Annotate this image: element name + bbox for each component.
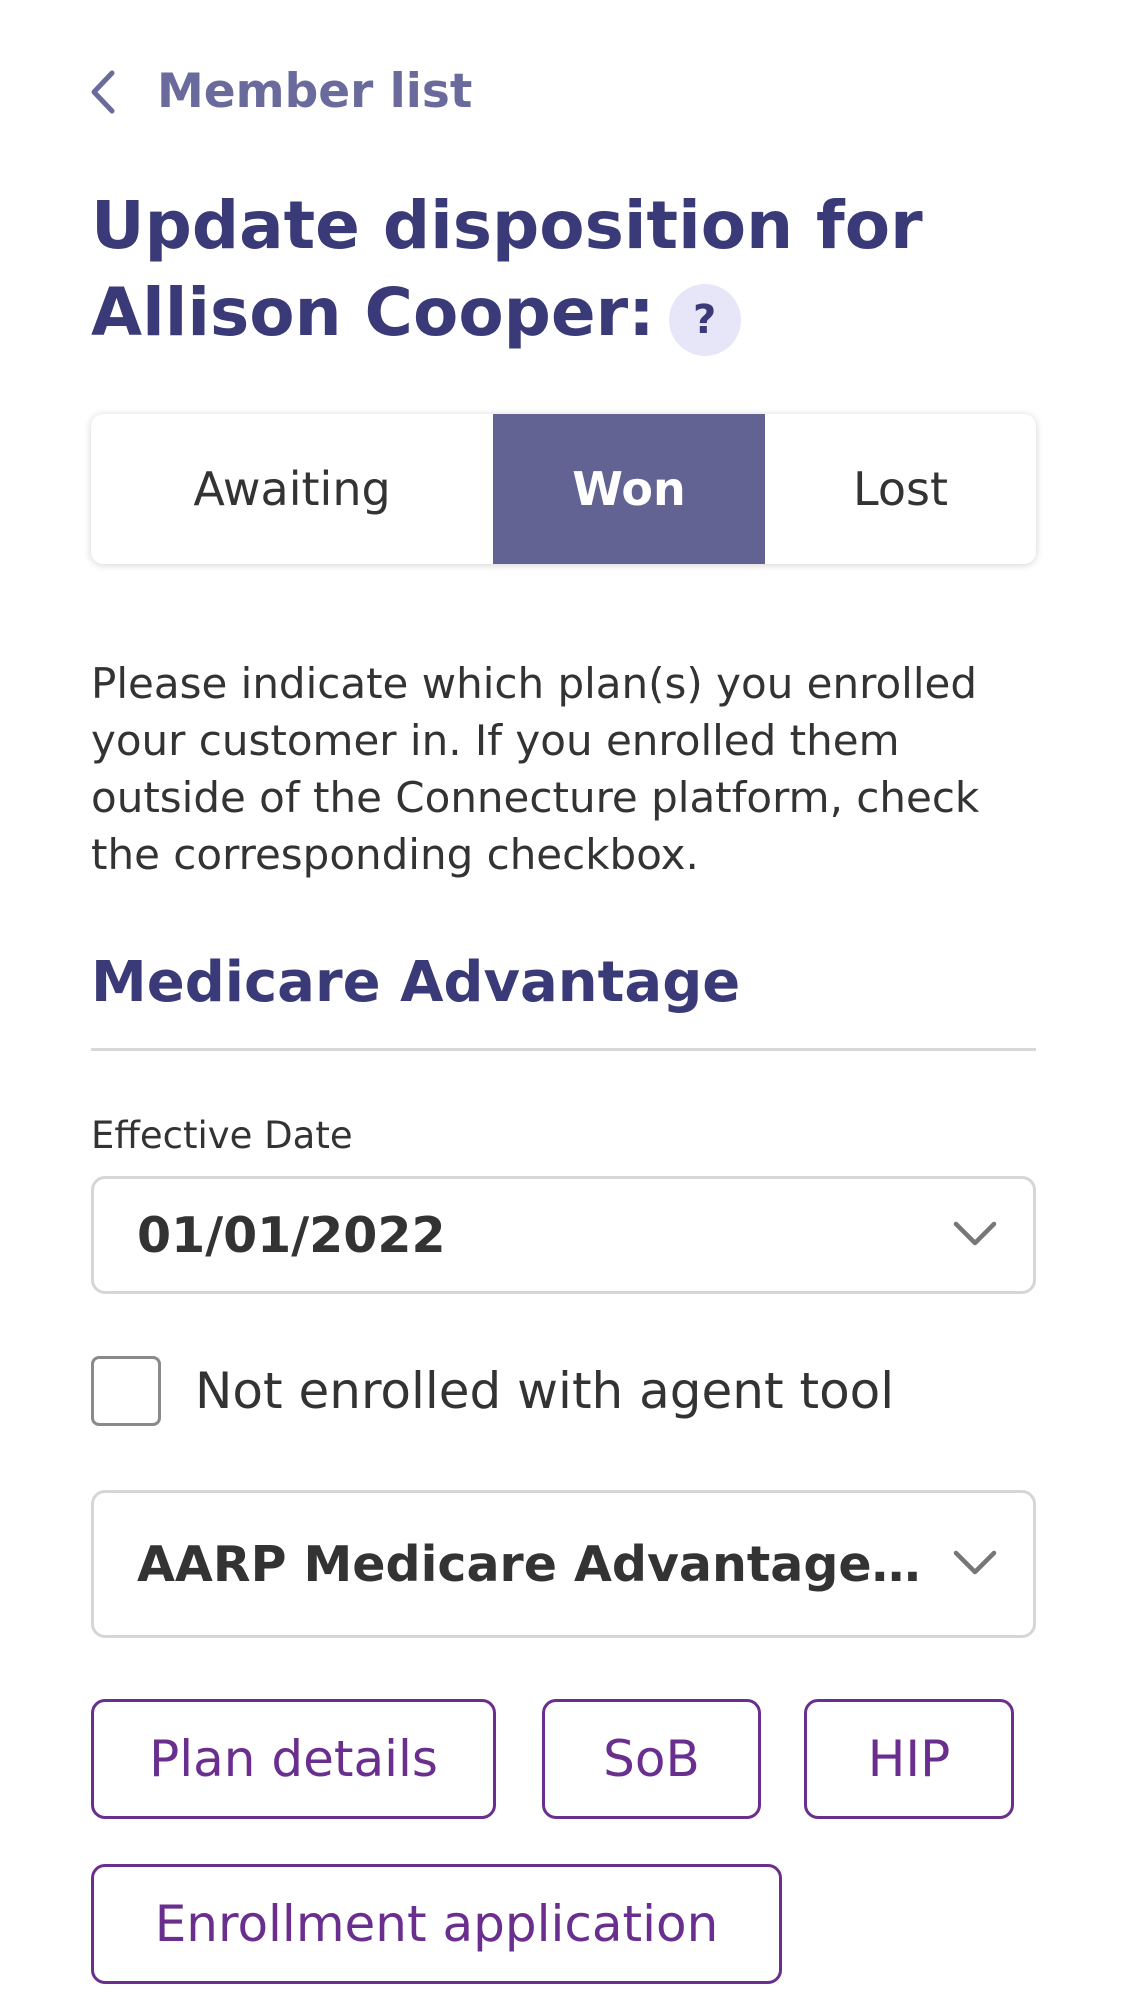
sob-button[interactable]: SoB (542, 1699, 761, 1819)
page-title-line-1: Update disposition for (91, 187, 923, 264)
tab-awaiting[interactable]: Awaiting (91, 414, 493, 564)
effective-date-value: 01/01/2022 (137, 1206, 446, 1264)
plan-details-button[interactable]: Plan details (91, 1699, 496, 1819)
page-title-line-2: Allison Cooper: (91, 274, 655, 351)
question-mark-icon[interactable]: ? (668, 284, 741, 356)
enrollment-application-button[interactable]: Enrollment application (91, 1864, 782, 1984)
chevron-down-icon (953, 1550, 997, 1580)
plan-select-value: AARP Medicare Advantage Pat… (137, 1535, 927, 1593)
hip-button[interactable]: HIP (804, 1699, 1014, 1819)
instructions-text: Please indicate which plan(s) you enroll… (91, 659, 980, 879)
back-link-label: Member list (157, 64, 473, 119)
chevron-down-icon (953, 1221, 997, 1251)
effective-date-label: Effective Date (91, 1114, 353, 1157)
back-to-member-list-link[interactable]: Member list (91, 62, 472, 122)
not-enrolled-label: Not enrolled with agent tool (195, 1362, 895, 1420)
chevron-left-icon (91, 70, 115, 114)
disposition-segmented-control: Awaiting Won Lost (91, 414, 1036, 564)
effective-date-select[interactable]: 01/01/2022 (91, 1176, 1036, 1294)
tab-lost[interactable]: Lost (765, 414, 1036, 564)
section-title-medicare-advantage: Medicare Advantage (91, 950, 741, 1015)
not-enrolled-checkbox[interactable] (91, 1356, 161, 1426)
tab-won[interactable]: Won (493, 414, 765, 564)
plan-select[interactable]: AARP Medicare Advantage Pat… (91, 1490, 1036, 1638)
section-divider (91, 1048, 1036, 1051)
not-enrolled-checkbox-row[interactable]: Not enrolled with agent tool (91, 1356, 894, 1426)
page-title: Update disposition for Allison Cooper:? (91, 182, 1036, 356)
